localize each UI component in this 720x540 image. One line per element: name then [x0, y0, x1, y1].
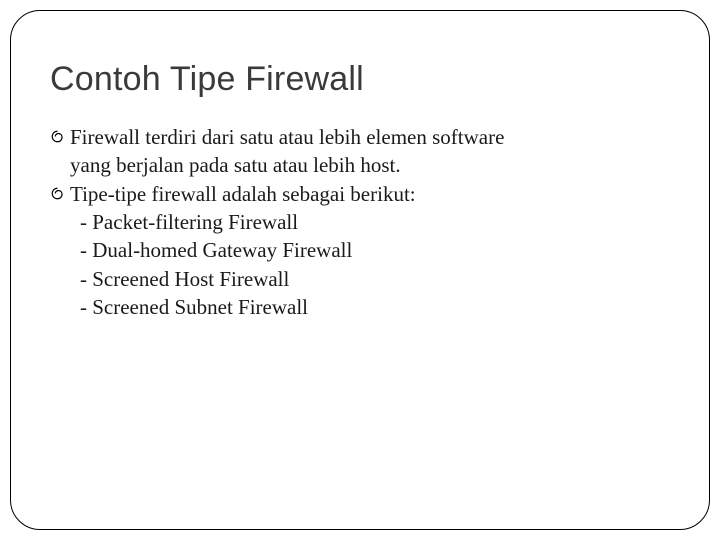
- slide-title: Contoh Tipe Firewall: [50, 60, 670, 99]
- sub-item: - Screened Subnet Firewall: [80, 293, 670, 321]
- swirl-bullet-icon: [50, 123, 70, 150]
- sub-item: - Screened Host Firewall: [80, 265, 670, 293]
- swirl-bullet-icon: [50, 180, 70, 207]
- sub-item: - Dual-homed Gateway Firewall: [80, 236, 670, 264]
- bullet-continuation: yang berjalan pada satu atau lebih host.: [70, 151, 670, 179]
- bullet-item: Firewall terdiri dari satu atau lebih el…: [50, 123, 670, 151]
- bullet-item: Tipe-tipe firewall adalah sebagai beriku…: [50, 180, 670, 208]
- bullet-text: Tipe-tipe firewall adalah sebagai beriku…: [70, 180, 670, 208]
- bullet-list: Firewall terdiri dari satu atau lebih el…: [50, 123, 670, 321]
- bullet-text: Firewall terdiri dari satu atau lebih el…: [70, 123, 670, 151]
- slide-content: Contoh Tipe Firewall Firewall terdiri da…: [50, 40, 670, 321]
- sub-item: - Packet-filtering Firewall: [80, 208, 670, 236]
